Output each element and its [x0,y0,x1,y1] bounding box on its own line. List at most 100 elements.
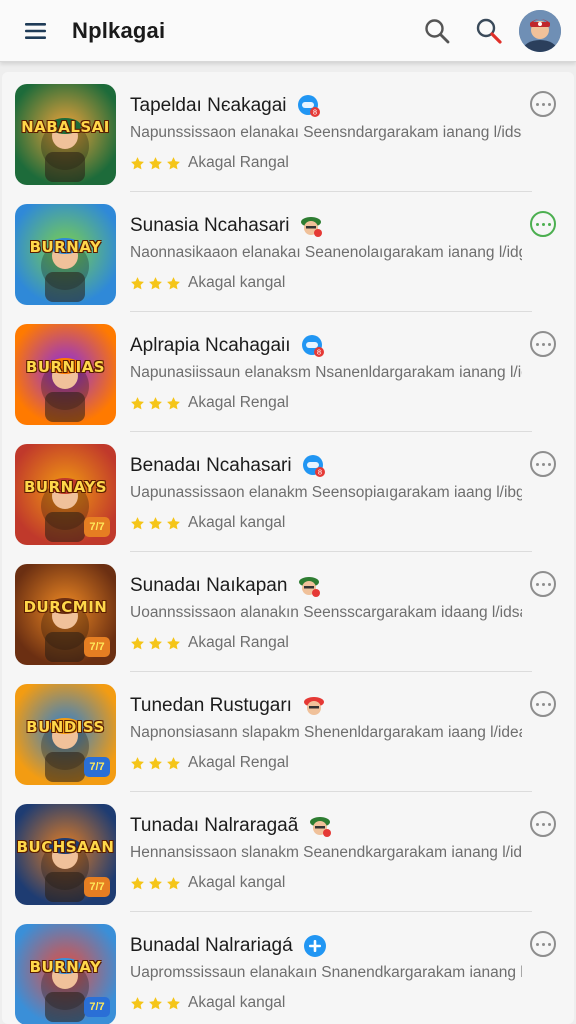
rating-label: Akagal Rengal [188,754,289,771]
list-item[interactable]: DURCMIN 7/7 Sunadaı Naıkapan Uoannssissaon … [2,552,574,672]
item-title[interactable]: Tunedan Rustugarı [130,695,292,717]
rating-line: Akagal Rengal [130,393,510,413]
thumbnail-badge: 7/7 [84,997,110,1017]
list-item-text: Aplrapia Ncahagaiı 8 Napunasiissaun elanak… [130,332,522,413]
game-thumbnail[interactable]: NABALSAI [15,84,116,185]
svg-text:8: 8 [317,469,321,477]
list-item[interactable]: BURNAY Sunasia Ncahasari Naonnasikaaon ela… [2,192,574,312]
star-icon [166,156,181,171]
star-icon [148,276,163,291]
game-thumbnail[interactable]: BURNAYS 7/7 [15,444,116,545]
rating-label: Akagal kangal [188,994,286,1011]
game-thumbnail[interactable]: DURCMIN 7/7 [15,564,116,665]
item-title[interactable]: Bunadal Nalrariagá [130,935,293,957]
star-icon [166,636,181,651]
star-rating [130,756,181,771]
search-icon[interactable] [417,11,457,51]
more-options-icon[interactable] [530,571,556,597]
item-description: Uapromssissaun elanakaın Snanendkargarak… [130,964,522,981]
rating-line: Akagal kangal [130,993,510,1013]
gamepad-badge-icon: 8 [287,94,321,118]
list-item[interactable]: BURNIAS Aplrapia Ncahagaiı 8 Napunasiissaun… [2,312,574,432]
rating-line: Akagal Rangal [130,153,510,173]
list-item[interactable]: BUNDISS 7/7 Tunedan Rustugarı Napnonsiasann… [2,672,574,792]
app-title: Nplkagai [72,17,166,43]
more-options-icon[interactable] [530,91,556,117]
star-icon [130,276,145,291]
rating-label: Akagal kangal [188,514,286,531]
plus-badge-icon [293,934,327,958]
title-line: Aplrapia Ncahagaiı 8 [130,332,510,360]
more-options-icon[interactable] [530,811,556,837]
game-thumbnail[interactable]: BURNIAS [15,324,116,425]
star-icon [130,396,145,411]
game-thumbnail[interactable]: BUNDISS 7/7 [15,684,116,785]
item-title[interactable]: Tunadaı Nalraragaã [130,815,298,837]
thumbnail-badge: 7/7 [84,637,110,657]
list-item[interactable]: NABALSAI Tapeldaı Nєakagai 8 Napunssissaon … [2,72,574,192]
item-title[interactable]: Benadaı Ncahasari [130,455,292,477]
rating-line: Akagal kangal [130,273,510,293]
gamepad-badge-icon: 8 [292,454,326,478]
game-thumbnail[interactable]: BURNAY [15,204,116,305]
star-icon [148,876,163,891]
thumbnail-title-text: BUNDISS [26,718,105,736]
rating-label: Akagal kangal [188,874,286,891]
rating-label: Akagal Rengal [188,394,289,411]
more-options-icon[interactable] [530,451,556,477]
title-line: Sunadaı Naıkapan [130,572,510,600]
item-title[interactable]: Aplrapia Ncahagaiı [130,335,291,357]
star-rating [130,876,181,891]
hamburger-menu-icon[interactable] [16,11,56,51]
more-options-icon[interactable] [530,211,556,237]
star-rating [130,156,181,171]
star-rating [130,396,181,411]
list-item[interactable]: BURNAYS 7/7 Benadaı Ncahasari 8 Uapunassissa… [2,432,574,552]
title-line: Sunasia Ncahasari [130,212,510,240]
rating-line: Akagal Rengal [130,753,510,773]
star-icon [166,396,181,411]
more-options-icon[interactable] [530,931,556,957]
soldier-badge-icon [298,814,332,838]
item-title[interactable]: Sunadaı Naıkapan [130,575,287,597]
thumbnail-title-text: BUCHSAAN [16,838,115,856]
list-item[interactable]: BUCHSAAN 7/7 Tunadaı Nalraragaã Hennansissa… [2,792,574,912]
more-options-icon[interactable] [530,331,556,357]
item-description: Napunssissaon elanakaı Seensndargarakam … [130,124,522,141]
app-bar: Nplkagai [0,0,576,62]
star-icon [130,156,145,171]
list-item[interactable]: BURNAY 7/7 Bunadal Nalrariagá Uapromssissau… [2,912,574,1024]
star-icon [166,756,181,771]
list-item-text: Tunedan Rustugarı Napnonsiasann slapakm S… [130,692,522,773]
star-icon [166,876,181,891]
star-rating [130,636,181,651]
item-description: Uapunassissaon elanakm Seensopiaıgarakam… [130,484,522,501]
list-item-text: Tapeldaı Nєakagai 8 Napunssissaon elanakaı… [130,92,522,173]
title-line: Bunadal Nalrariagá [130,932,510,960]
thumbnail-title-text: BURNAYS [23,478,108,496]
game-thumbnail[interactable]: BURNAY 7/7 [15,924,116,1024]
game-thumbnail[interactable]: BUCHSAAN 7/7 [15,804,116,905]
star-icon [166,276,181,291]
star-icon [130,636,145,651]
star-icon [130,756,145,771]
item-title[interactable]: Tapeldaı Nєakagai [130,95,287,117]
soldier-red-badge-icon [292,694,326,718]
rating-line: Akagal Rangal [130,633,510,653]
gamepad-badge-icon: 8 [291,334,325,358]
more-options-icon[interactable] [530,691,556,717]
search-red-icon[interactable] [469,11,509,51]
star-icon [166,516,181,531]
thumbnail-title-text: NABALSAI [21,118,110,136]
item-description: Uoannssissaon alanakın Seensscargarakam … [130,604,522,621]
rating-line: Akagal kangal [130,513,510,533]
star-icon [148,516,163,531]
avatar[interactable] [519,9,561,52]
thumbnail-title-text: DURCMIN [23,598,108,616]
rating-label: Akagal kangal [188,274,286,291]
list-item-text: Tunadaı Nalraragaã Hennansissaon slanakm … [130,812,522,893]
item-title[interactable]: Sunasia Ncahasari [130,215,289,237]
star-icon [130,876,145,891]
title-line: Tunadaı Nalraragaã [130,812,510,840]
item-description: Napunasiissaun elanaksm Nsanenldargaraka… [130,364,522,381]
